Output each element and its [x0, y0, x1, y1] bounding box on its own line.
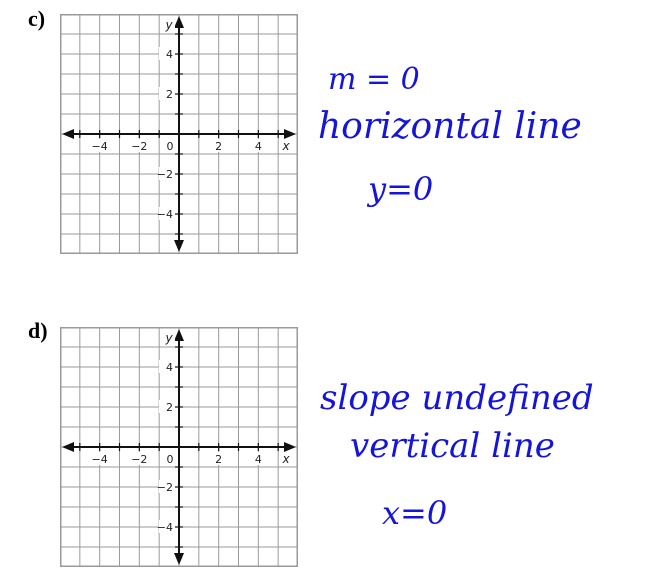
x-tick-label: 0 [167, 453, 174, 466]
y-tick-label: 2 [166, 88, 173, 101]
x-tick-label: −4 [92, 453, 108, 466]
coordinate-grid-d: −4 −2 0 2 4 4 2 −2 −4 x y [60, 327, 298, 567]
x-tick-label: −2 [131, 140, 147, 153]
x-axis-name: x [281, 452, 290, 466]
coordinate-grid-c: −4 −2 0 2 4 4 2 −2 −4 x y [60, 14, 298, 254]
part-c-label: c) [28, 6, 46, 31]
handwritten-slope-d: slope undefined [320, 378, 594, 418]
x-tick-label: 0 [167, 140, 174, 153]
y-tick-label: −4 [157, 208, 173, 221]
y-tick-label: −4 [157, 521, 173, 534]
x-axis-name: x [281, 139, 290, 153]
x-tick-label: −4 [92, 140, 108, 153]
y-tick-label: 2 [166, 401, 173, 414]
y-axis-name: y [164, 331, 173, 345]
y-tick-label: 4 [166, 361, 173, 374]
x-tick-label: 2 [215, 140, 222, 153]
y-tick-label: 4 [166, 48, 173, 61]
y-axis-name: y [164, 18, 173, 32]
handwritten-slope-c: m = 0 [328, 62, 420, 97]
handwritten-equation-c: y=0 [368, 170, 434, 208]
handwritten-equation-d: x=0 [382, 494, 448, 532]
x-tick-label: −2 [131, 453, 147, 466]
y-tick-label: −2 [157, 481, 173, 494]
x-tick-label: 4 [255, 453, 262, 466]
x-tick-label: 4 [255, 140, 262, 153]
handwritten-line-type-c: horizontal line [318, 106, 582, 147]
x-tick-label: 2 [215, 453, 222, 466]
part-d-label: d) [28, 318, 48, 343]
y-tick-label: −2 [157, 168, 173, 181]
handwritten-line-type-d: vertical line [350, 426, 555, 466]
